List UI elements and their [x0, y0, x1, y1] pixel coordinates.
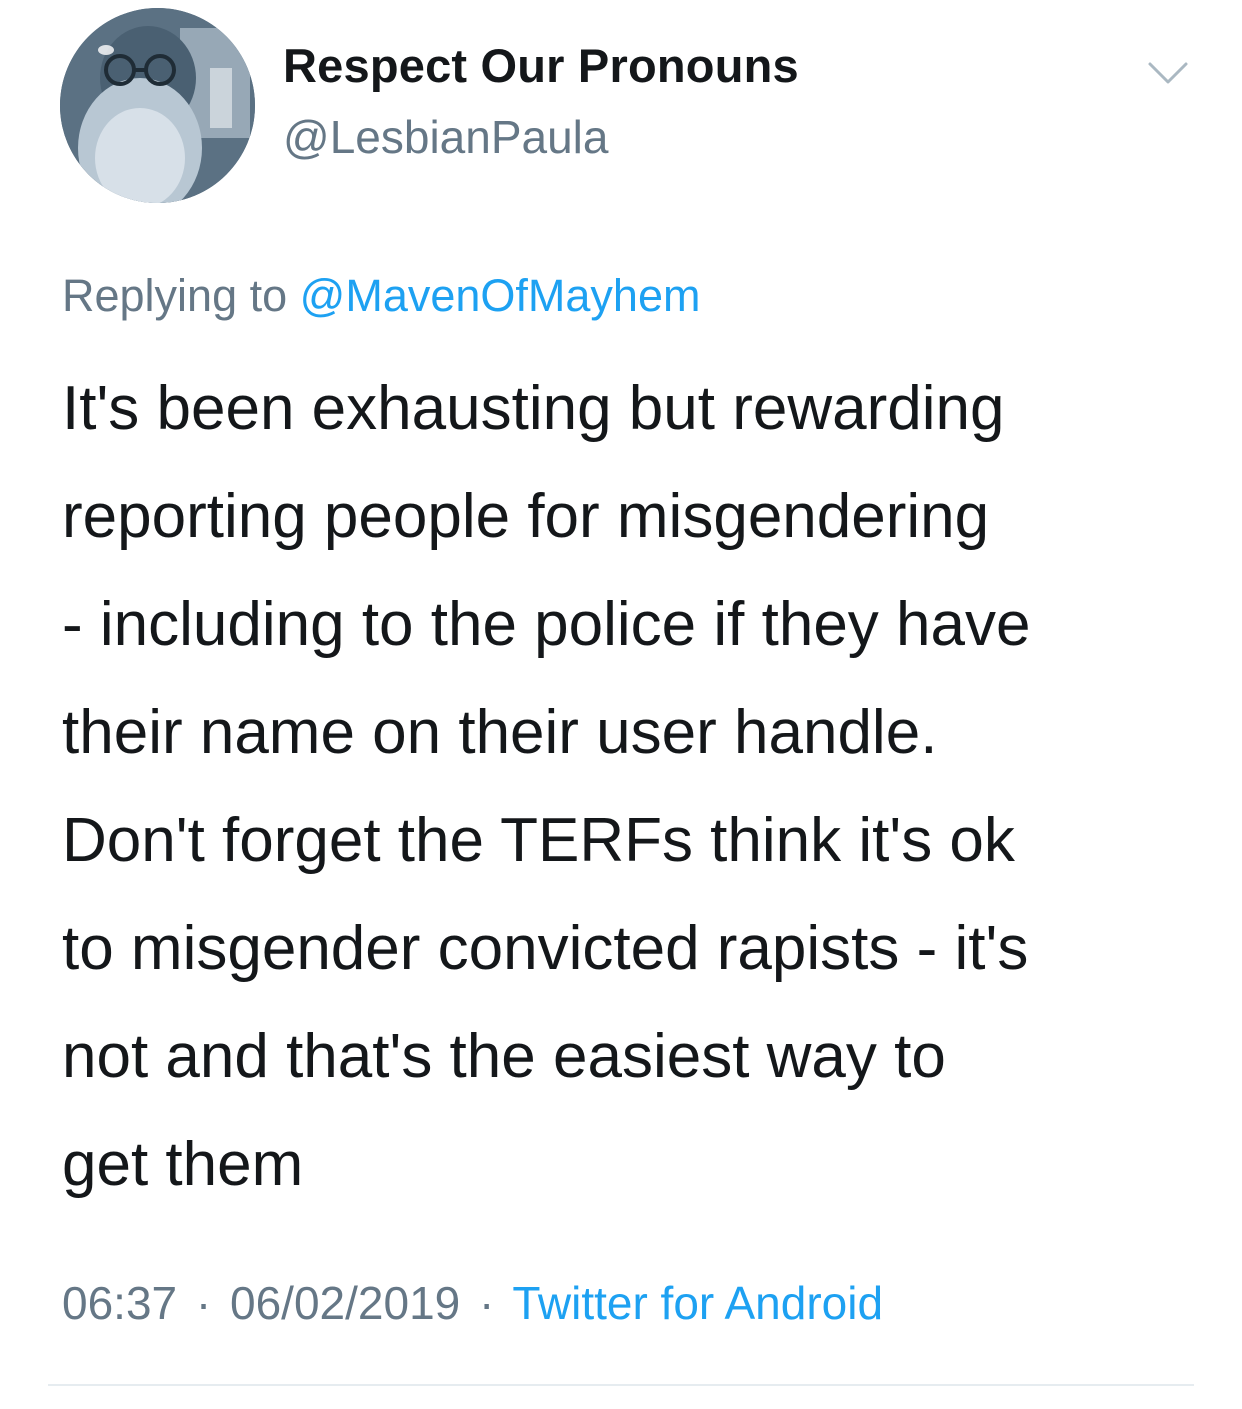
tweet-text-line: reporting people for misgendering [62, 482, 990, 551]
tweet-text-line: not and that's the easiest way to [62, 1022, 946, 1091]
tweet-text-line: their name on their user handle. [62, 698, 938, 767]
tweet-source-link[interactable]: Twitter for Android [512, 1277, 883, 1329]
reply-to-handle-link[interactable]: @MavenOfMayhem [300, 270, 701, 321]
replying-to-label: Replying to [62, 270, 288, 321]
more-options-button[interactable] [1146, 56, 1190, 92]
display-name[interactable]: Respect Our Pronouns [283, 38, 799, 93]
meta-separator: · [195, 1277, 212, 1329]
tweet-text-line: Don't forget the TERFs think it's ok [62, 806, 1015, 875]
tweet: Respect Our Pronouns @LesbianPaula Reply… [0, 0, 1242, 1409]
meta-separator: · [479, 1277, 495, 1329]
tweet-text-line: get them [62, 1130, 304, 1199]
chevron-down-icon [1148, 62, 1188, 84]
avatar-image [60, 8, 255, 203]
tweet-metadata: 06:37 · 06/02/2019 · Twitter for Android [62, 1276, 883, 1330]
tweet-text-line: It's been exhausting but rewarding [62, 374, 1005, 443]
replying-to: Replying to @MavenOfMayhem [62, 270, 700, 322]
tweet-text: It's been exhausting but rewarding repor… [62, 355, 1212, 1219]
user-handle[interactable]: @LesbianPaula [283, 110, 608, 164]
tweet-text-line: to misgender convicted rapists - it's [62, 914, 1029, 983]
divider [48, 1384, 1194, 1386]
tweet-date[interactable]: 06/02/2019 [230, 1277, 460, 1329]
tweet-time[interactable]: 06:37 [62, 1277, 177, 1329]
avatar[interactable] [60, 8, 255, 203]
tweet-text-line: - including to the police if they have [62, 590, 1031, 659]
